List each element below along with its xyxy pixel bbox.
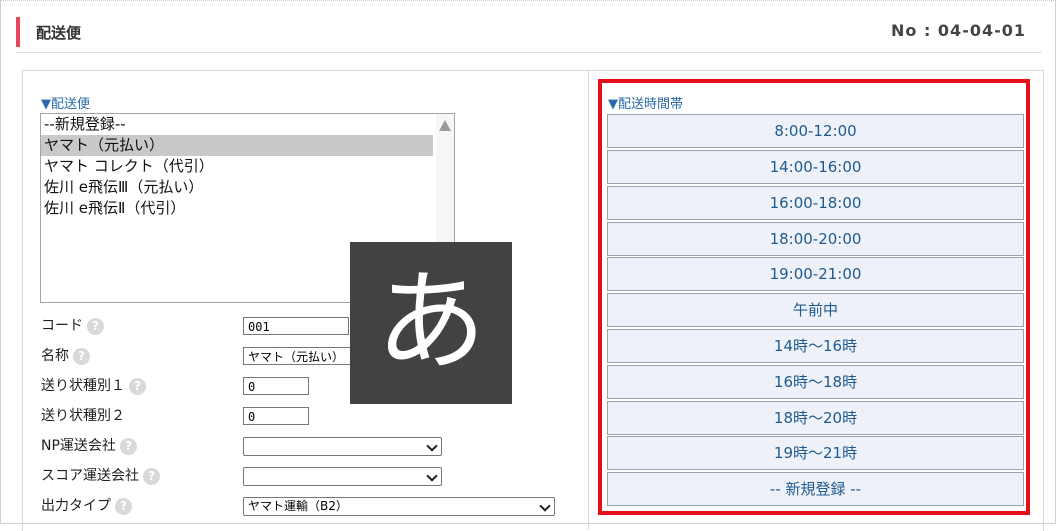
code-row-label: コード? <box>41 316 104 336</box>
np-help-icon[interactable]: ? <box>119 437 137 455</box>
name-row-label: 名称? <box>41 346 90 366</box>
output-row-label: 出力タイプ? <box>41 496 132 516</box>
name-help-icon[interactable]: ? <box>73 347 90 365</box>
np-row-label: NP運送会社? <box>41 436 137 456</box>
name-label: 名称 <box>41 348 69 364</box>
panel-divider <box>588 70 589 530</box>
ime-mode-indicator: あ <box>350 242 512 404</box>
time-slot-item[interactable]: 午前中 <box>607 293 1024 327</box>
chevron-down-icon <box>426 470 438 482</box>
scroll-up-arrow-icon[interactable] <box>439 120 451 131</box>
time-slot-section-label: ▼配送時間帯 <box>608 97 683 112</box>
score-carrier-select[interactable] <box>243 467 442 486</box>
time-slot-item[interactable]: 19時～21時 <box>607 436 1024 470</box>
slip2-input[interactable]: 0 <box>243 407 309 425</box>
time-slot-item[interactable]: 14:00-16:00 <box>607 150 1024 184</box>
chevron-down-icon <box>539 500 551 512</box>
output-type-value: ヤマト運輸（B2） <box>248 499 348 513</box>
document-number: No : 04-04-01 <box>891 21 1026 40</box>
time-slot-item[interactable]: 14時～16時 <box>607 329 1024 363</box>
output-label: 出力タイプ <box>41 498 111 514</box>
delivery-section-label: ▼配送便 <box>41 97 90 112</box>
time-slot-item[interactable]: 16時～18時 <box>607 365 1024 399</box>
time-slot-item[interactable]: 18:00-20:00 <box>607 222 1024 256</box>
list-option-sagawa-cod[interactable]: 佐川 e飛伝Ⅱ（代引） <box>41 198 433 219</box>
output-help-icon[interactable]: ? <box>115 497 132 515</box>
np-label: NP運送会社 <box>41 438 116 454</box>
time-slot-item[interactable]: 19:00-21:00 <box>607 257 1024 291</box>
page-title: 配送便 <box>36 24 82 42</box>
code-label: コード <box>41 318 83 334</box>
slip1-label: 送り状種別１ <box>41 378 125 394</box>
slip2-label: 送り状種別２ <box>41 408 125 424</box>
code-input[interactable]: 001 <box>243 317 349 335</box>
name-input[interactable]: ヤマト（元払い） <box>243 347 363 365</box>
slip2-row-label: 送り状種別２ <box>41 406 125 426</box>
list-option-new[interactable]: --新規登録-- <box>41 114 433 135</box>
new-time-slot-button[interactable]: -- 新規登録 -- <box>607 472 1024 506</box>
slip1-row-label: 送り状種別１? <box>41 376 146 396</box>
score-label: スコア運送会社 <box>41 468 139 484</box>
time-slot-item[interactable]: 18時～20時 <box>607 401 1024 435</box>
slip1-help-icon[interactable]: ? <box>129 377 146 395</box>
list-option-sagawa-prepaid[interactable]: 佐川 e飛伝Ⅲ（元払い） <box>41 177 433 198</box>
output-type-select[interactable]: ヤマト運輸（B2） <box>243 497 555 516</box>
list-option-yamato-collect[interactable]: ヤマト コレクト（代引） <box>41 156 433 177</box>
np-carrier-select[interactable] <box>243 437 442 456</box>
time-slot-item[interactable]: 16:00-18:00 <box>607 186 1024 220</box>
score-row-label: スコア運送会社? <box>41 466 160 486</box>
list-option-yamato-prepaid[interactable]: ヤマト（元払い） <box>41 135 433 156</box>
score-help-icon[interactable]: ? <box>143 467 160 485</box>
time-slot-item[interactable]: 8:00-12:00 <box>607 114 1024 148</box>
chevron-down-icon <box>426 440 438 452</box>
header-accent-bar <box>16 17 20 47</box>
page-header: 配送便 No : 04-04-01 <box>16 17 1042 47</box>
slip1-input[interactable]: 0 <box>243 377 309 395</box>
code-help-icon[interactable]: ? <box>87 317 104 335</box>
header-divider <box>16 52 1042 53</box>
